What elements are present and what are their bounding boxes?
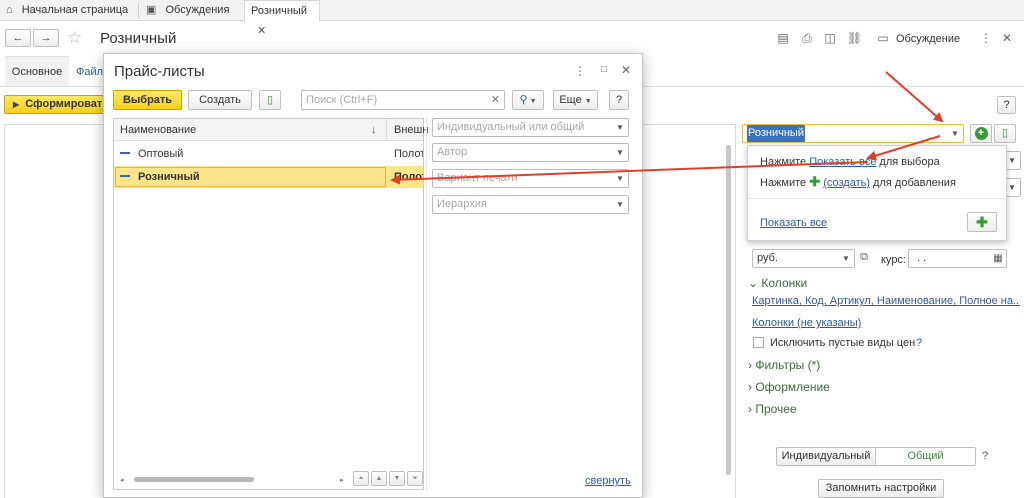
arrow-to-dropdown xyxy=(885,71,944,123)
arrow-to-show-all xyxy=(866,135,941,161)
annotation-arrows xyxy=(390,71,944,185)
arrow-to-row xyxy=(390,161,869,185)
